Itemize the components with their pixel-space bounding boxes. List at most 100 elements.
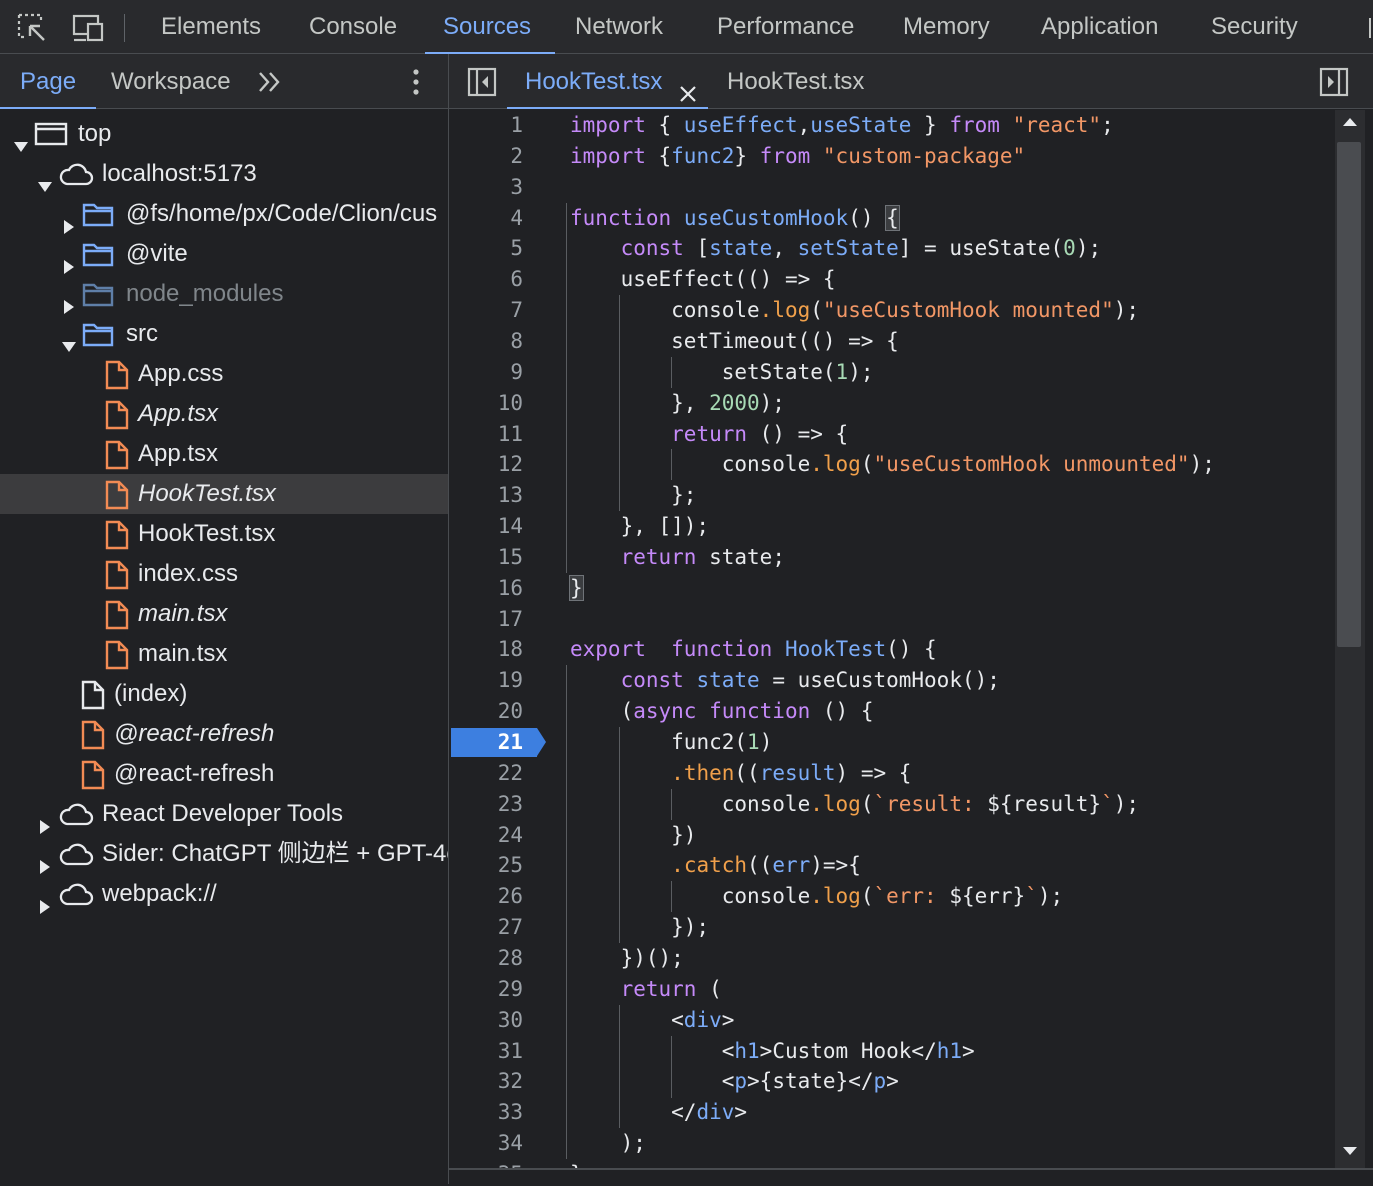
tree-item[interactable]: index.css <box>0 554 448 594</box>
line-number[interactable]: 13 <box>449 480 523 511</box>
code-line[interactable]: 13 }; <box>449 480 1335 511</box>
line-number[interactable]: 21 <box>449 727 523 758</box>
code-line[interactable]: 1 import { useEffect,useState } from "rea… <box>449 110 1335 141</box>
toggle-navigator-icon[interactable] <box>467 67 497 97</box>
code-line[interactable]: 32 <p>{state}</p> <box>449 1066 1335 1097</box>
tab-sources[interactable]: Sources <box>424 0 556 54</box>
line-number[interactable]: 27 <box>449 912 523 943</box>
tab-page[interactable]: Page <box>0 54 97 109</box>
code-line[interactable]: 23 console.log(`result: ${result}`); <box>449 789 1335 820</box>
line-number[interactable]: 3 <box>449 172 523 203</box>
code-line[interactable]: 25 .catch((err)=>{ <box>449 850 1335 881</box>
tree-item[interactable]: @react-refresh <box>0 754 448 794</box>
code-line[interactable]: 12 console.log("useCustomHook unmounted"… <box>449 449 1335 480</box>
code-line[interactable]: 29 return ( <box>449 974 1335 1005</box>
tab-security[interactable]: Security <box>1211 0 1298 53</box>
code-line[interactable]: 14 }, []); <box>449 511 1335 542</box>
line-number[interactable]: 33 <box>449 1097 523 1128</box>
line-number[interactable]: 19 <box>449 665 523 696</box>
line-number[interactable]: 8 <box>449 326 523 357</box>
line-number[interactable]: 31 <box>449 1036 523 1067</box>
tree-item[interactable]: Sider: ChatGPT 侧边栏 + GPT-4o, <box>0 834 448 874</box>
triangle-right-icon[interactable] <box>38 807 52 834</box>
code-line[interactable]: 6 useEffect(() => { <box>449 264 1335 295</box>
code-line[interactable]: 18 export function HookTest() { <box>449 634 1335 665</box>
toggle-debugger-icon[interactable] <box>1319 67 1349 97</box>
tree-item[interactable]: webpack:// <box>0 874 448 914</box>
tree-item[interactable]: localhost:5173 <box>0 154 448 194</box>
line-number[interactable]: 17 <box>449 604 523 635</box>
line-number[interactable]: 26 <box>449 881 523 912</box>
code-line[interactable]: 8 setTimeout(() => { <box>449 326 1335 357</box>
device-toolbar-icon[interactable] <box>72 12 104 44</box>
triangle-down-icon[interactable] <box>14 127 28 152</box>
tree-item[interactable]: App.tsx <box>0 394 448 434</box>
line-number[interactable]: 18 <box>449 634 523 665</box>
code-line[interactable]: 24 }) <box>449 820 1335 851</box>
tree-item[interactable]: top <box>0 114 448 154</box>
scroll-up-icon[interactable] <box>1343 118 1357 126</box>
tree-item[interactable]: @react-refresh <box>0 714 448 754</box>
line-number[interactable]: 14 <box>449 511 523 542</box>
scroll-down-icon[interactable] <box>1343 1147 1357 1155</box>
code-line[interactable]: 33 </div> <box>449 1097 1335 1128</box>
line-number[interactable]: 23 <box>449 789 523 820</box>
tab-console[interactable]: Console <box>309 0 397 53</box>
line-number[interactable]: 24 <box>449 820 523 851</box>
code-line[interactable]: 2 import {func2} from "custom-package" <box>449 141 1335 172</box>
code-view[interactable]: 1 import { useEffect,useState } from "rea… <box>449 110 1335 1168</box>
code-line[interactable]: 34 ); <box>449 1128 1335 1159</box>
line-number[interactable]: 11 <box>449 419 523 450</box>
code-line-paused[interactable]: 21 func2(1) <box>449 727 1335 758</box>
code-line[interactable]: 11 return () => { <box>449 419 1335 450</box>
code-line[interactable]: 27 }); <box>449 912 1335 943</box>
tree-item[interactable]: src <box>0 314 448 354</box>
line-number[interactable]: 12 <box>449 449 523 480</box>
code-line[interactable]: 15 return state; <box>449 542 1335 573</box>
triangle-right-icon[interactable] <box>62 207 76 234</box>
code-line[interactable]: 19 const state = useCustomHook(); <box>449 665 1335 696</box>
line-number[interactable]: 9 <box>449 357 523 388</box>
code-line[interactable]: 17 <box>449 604 1335 635</box>
code-line[interactable]: 16} <box>449 573 1335 604</box>
tree-item[interactable]: HookTest.tsx <box>0 514 448 554</box>
line-number[interactable]: 5 <box>449 233 523 264</box>
code-line[interactable]: 28 })(); <box>449 943 1335 974</box>
line-number[interactable]: 16 <box>449 573 523 604</box>
tree-item[interactable]: App.css <box>0 354 448 394</box>
line-number[interactable]: 2 <box>449 141 523 172</box>
line-number[interactable]: 20 <box>449 696 523 727</box>
editor-scrollbar[interactable] <box>1335 110 1365 1168</box>
code-line[interactable]: 26 console.log(`err: ${err}`); <box>449 881 1335 912</box>
code-line[interactable]: 20 (async function () { <box>449 696 1335 727</box>
tab-workspace[interactable]: Workspace <box>111 54 231 109</box>
scrollbar-thumb[interactable] <box>1337 142 1361 647</box>
tree-item[interactable]: React Developer Tools <box>0 794 448 834</box>
line-number[interactable]: 10 <box>449 388 523 419</box>
tree-item[interactable]: @vite <box>0 234 448 274</box>
code-line[interactable]: 10 }, 2000); <box>449 388 1335 419</box>
tree-item[interactable]: main.tsx <box>0 634 448 674</box>
line-number[interactable]: 25 <box>449 850 523 881</box>
tab-application[interactable]: Application <box>1041 0 1158 53</box>
line-number[interactable]: 28 <box>449 943 523 974</box>
line-number[interactable]: 30 <box>449 1005 523 1036</box>
editor-tab-hooktest[interactable]: HookTest.tsx <box>727 54 864 109</box>
tab-memory[interactable]: Memory <box>903 0 990 53</box>
line-number[interactable]: 35 <box>449 1159 523 1168</box>
line-number[interactable]: 15 <box>449 542 523 573</box>
tab-performance[interactable]: Performance <box>717 0 854 53</box>
code-line[interactable]: 3 <box>449 172 1335 203</box>
tab-elements[interactable]: Elements <box>161 0 261 53</box>
tree-item[interactable]: HookTest.tsx <box>0 474 448 514</box>
more-tabs-overflow-icon[interactable] <box>1364 12 1373 42</box>
line-number[interactable]: 34 <box>449 1128 523 1159</box>
line-number[interactable]: 4 <box>449 203 523 234</box>
triangle-right-icon[interactable] <box>38 887 52 914</box>
line-number[interactable]: 22 <box>449 758 523 789</box>
code-line[interactable]: 35} <box>449 1159 1335 1168</box>
triangle-right-icon[interactable] <box>62 287 76 314</box>
tree-item[interactable]: (index) <box>0 674 448 714</box>
triangle-down-icon[interactable] <box>62 327 76 352</box>
tree-item[interactable]: node_modules <box>0 274 448 314</box>
